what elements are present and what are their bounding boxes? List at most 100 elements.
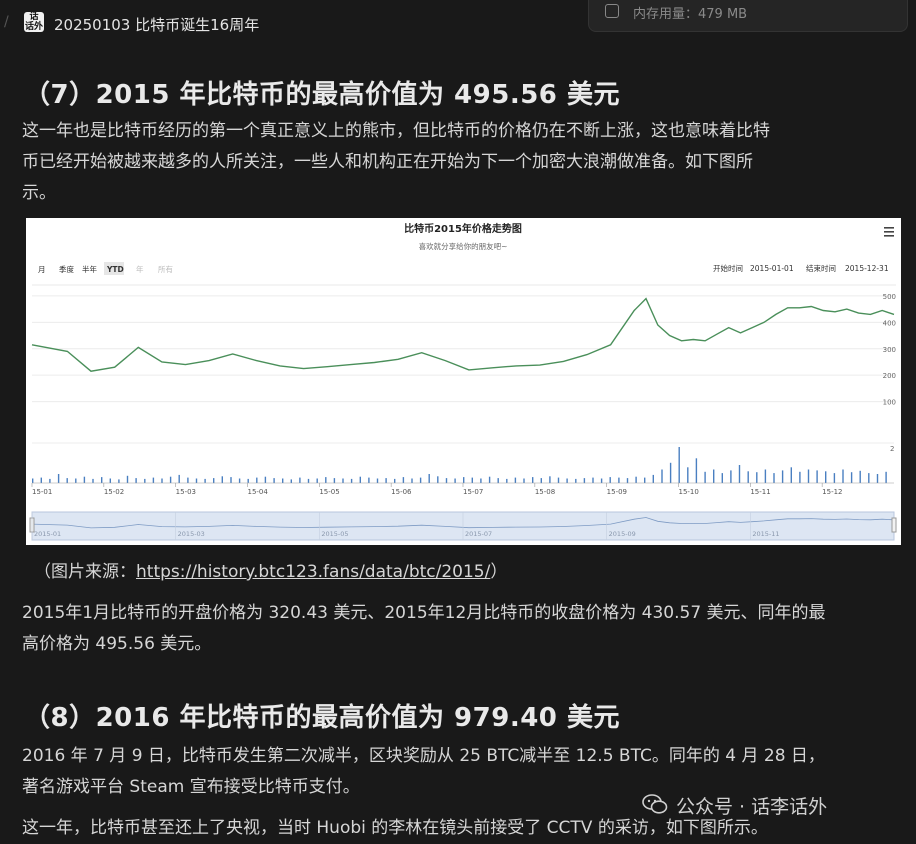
volume-bar [747,471,749,483]
volume-bar [850,472,853,483]
volume-bar [290,479,292,483]
range-button[interactable]: 所有 [158,264,173,274]
range-button[interactable]: 月 [38,265,46,274]
volume-bar [885,471,887,484]
volume-bar [652,474,654,483]
volume-bar [213,478,215,484]
section-heading-2015: （7）2015 年比特币的最高价值为 495.56 美元 [24,80,620,110]
x-axis-tick-labels: 15-01 15-02 15-03 15-04 15-05 15-06 15-07 15-08… [31,483,843,496]
paragraph-line: 币已经开始被越来越多的人所关注，一些人和机构正在开始为下一个加密大浪潮做准备。如… [22,152,753,172]
navigator-label: 2015-05 [321,530,348,538]
volume-bar [549,476,551,484]
app-icon-text-2: 话外 [24,22,43,32]
start-date-label: 开始时间 [713,263,743,273]
x-tick-label: 15-10 [679,488,699,496]
volume-bar [514,477,517,483]
volume-bar [669,462,672,484]
volume-bar [342,478,344,483]
x-tick-label: 15-11 [750,488,770,496]
volume-bar [471,477,473,483]
volume-tick-label: 2 [890,445,894,453]
navigator-label: 2015-11 [752,530,779,538]
volume-bar [368,477,370,483]
paragraph-line: 这一年也是比特币经历的第一个真正意义上的熊市，但比特币的价格仍在不断上涨，这也意… [22,121,770,141]
navigator-label: 2015-07 [465,530,492,538]
volume-bar [626,478,629,484]
volume-bar [463,477,465,483]
paragraph-2015: 这一年也是比特币经历的第一个真正意义上的熊市，但比特币的价格仍在不断上涨，这也意… [22,116,912,209]
volume-bar [790,467,792,483]
volume-bar [333,478,336,484]
volume-bar [187,477,189,483]
hamburger-icon[interactable] [884,227,894,237]
paragraph-line: 2015年1月比特币的开盘价格为 320.43 美元、2015年12月比特币的收… [22,603,826,623]
volume-bar [799,471,801,484]
volume-bar [178,474,180,483]
tab-title[interactable]: 20250103 比特币诞生16周年 [54,14,259,35]
volume-bar [66,478,68,484]
memory-icon [605,4,619,18]
volume-bar [109,478,111,483]
volume-bar [385,478,387,484]
top-bar: / 话 话外 20250103 比特币诞生16周年 内存用量：479 MB [0,0,916,48]
volume-bar [713,469,715,483]
volume-bar [101,477,103,483]
volume-bar [75,478,77,483]
end-date-label: 结束时间 [806,263,836,273]
volume-bar [687,467,689,483]
x-tick-label: 15-05 [319,488,339,496]
volume-bar [273,478,275,484]
volume-bar [126,475,129,483]
price-chart-image: 比特币2015年价格走势图 喜欢就分享给你的朋友吧~ 月 季度 半年 YTD 年 所有 开… [26,218,901,545]
volume-bar [764,469,767,483]
y-gridlines [32,295,894,444]
volume-bar [394,478,396,483]
volume-bar [445,478,448,484]
volume-bar [704,471,706,484]
volume-bar [583,478,586,484]
range-button[interactable]: 年 [136,264,144,274]
volume-bar [738,465,741,483]
wechat-icon [642,794,668,814]
app-icon[interactable]: 话 话外 [24,12,44,32]
volume-bar [876,474,879,483]
app-icon-text-1: 话 [29,12,39,22]
volume-bar [135,478,137,484]
volume-bar [506,478,508,483]
x-tick-label: 15-01 [32,488,52,496]
volume-bar [635,476,637,483]
volume-bar [419,477,422,483]
volume-bar [40,477,42,483]
volume-bar [644,477,646,483]
volume-bar [695,458,698,484]
volume-bar [169,476,172,483]
volume-bar [230,477,232,483]
volume-bar [756,472,758,483]
range-button[interactable]: YTD [106,265,124,274]
volume-bar [566,478,568,483]
navigator[interactable]: 2015-01 2015-03 2015-05 2015-07 2015-09 2015-… [29,511,897,541]
volume-bar [721,473,723,483]
end-date-input[interactable]: 2015-12-31 [845,264,889,273]
volume-bar [118,479,120,483]
price-chart: 比特币2015年价格走势图 喜欢就分享给你的朋友吧~ 月 季度 半年 YTD 年 所有 开… [29,222,897,541]
volume-bar [488,476,491,483]
start-date-input[interactable]: 2015-01-01 [750,264,794,273]
x-tick-label: 15-02 [104,488,124,496]
range-button[interactable]: 半年 [82,264,97,274]
source-link[interactable]: https://history.btc123.fans/data/btc/201… [136,562,490,582]
volume-bar [307,478,310,483]
volume-bar [299,477,301,483]
divider: / [4,14,9,30]
volume-bar [618,477,620,483]
y-axis-tick-labels: 100 200 300 400 500 [883,293,896,407]
volume-bar [92,478,94,483]
volume-bar [32,478,34,483]
volume-bar [411,478,413,483]
volume-bar [661,469,663,483]
range-button[interactable]: 季度 [59,264,74,274]
volume-bar [359,476,361,483]
volume-bar [428,474,430,483]
volume-bar [825,471,827,483]
x-tick-label: 15-08 [535,488,555,496]
